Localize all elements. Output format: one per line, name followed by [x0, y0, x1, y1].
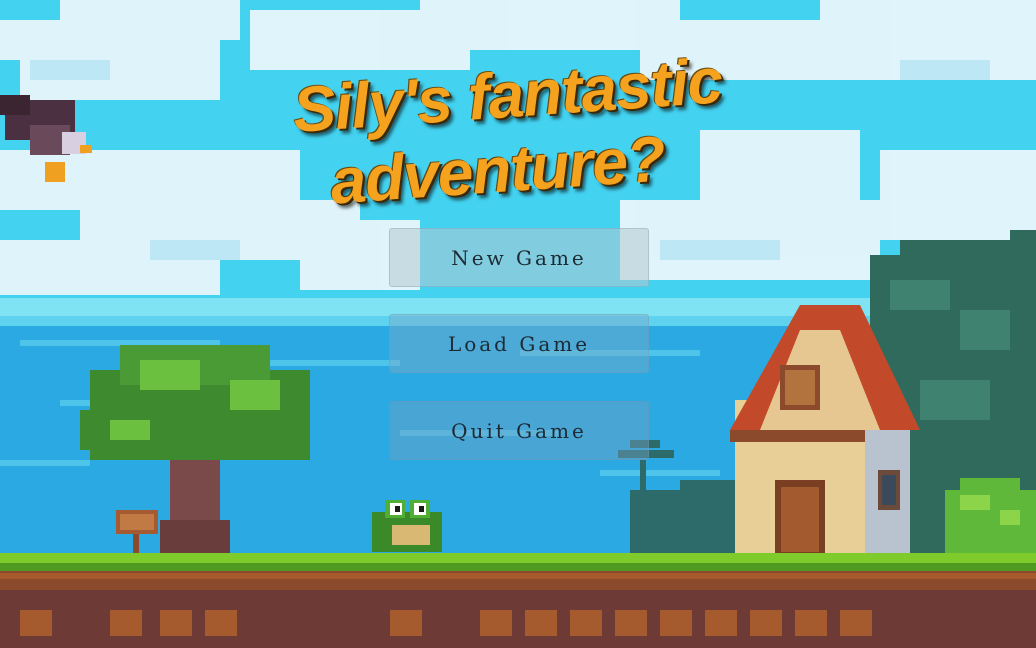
quit-game-button[interactable]: Quit Game	[389, 401, 649, 460]
new-game-button[interactable]: New Game	[389, 228, 649, 287]
load-game-button[interactable]: Load Game	[389, 314, 649, 373]
